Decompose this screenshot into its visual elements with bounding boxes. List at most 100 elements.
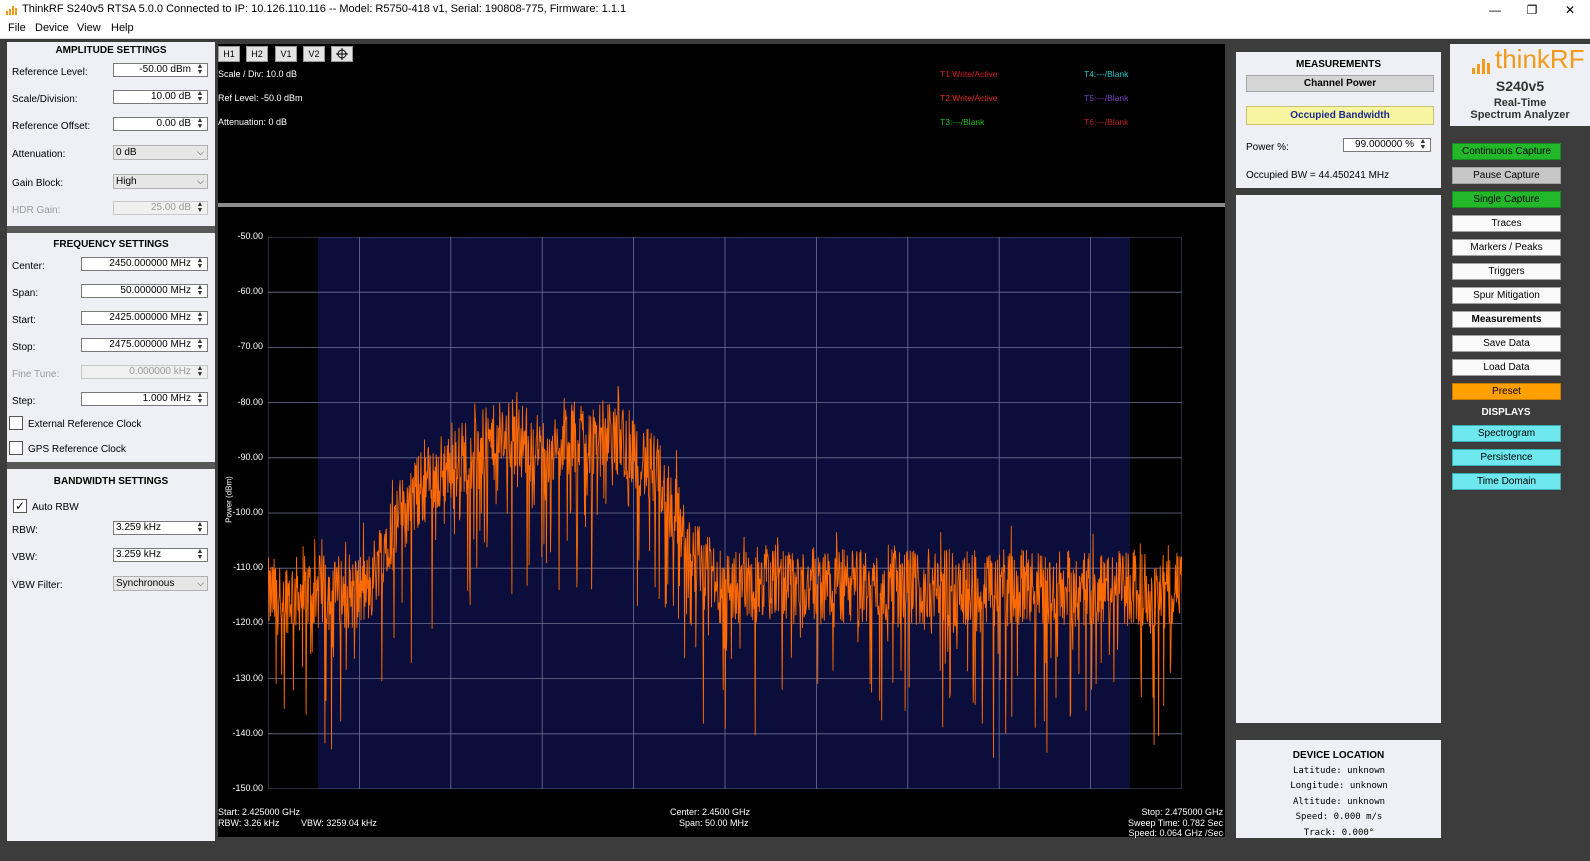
vbw-filter-label: VBW Filter:: [12, 580, 63, 591]
h2-marker-button[interactable]: H2: [246, 46, 268, 62]
rbw-input[interactable]: 3.259 kHz ▲ ▼: [113, 521, 208, 535]
menu-device[interactable]: Device: [35, 22, 69, 34]
brand-name: thinkRF: [1495, 44, 1585, 74]
markers-peaks-button[interactable]: Markers / Peaks: [1452, 239, 1561, 256]
hdr-gain-input: 25.00 dB ▲ ▼: [113, 201, 208, 215]
checkmark-icon: ✓: [14, 499, 26, 513]
bandwidth-settings-title: BANDWIDTH SETTINGS: [53, 476, 169, 487]
spectrogram-button[interactable]: Spectrogram: [1452, 425, 1561, 442]
measurements-button[interactable]: Measurements: [1452, 311, 1561, 328]
spinner-arrows-icon[interactable]: ▲ ▼: [194, 257, 206, 270]
spinner-arrows-icon[interactable]: ▲ ▼: [194, 548, 206, 561]
persistence-button[interactable]: Persistence: [1452, 449, 1561, 466]
external-reference-clock-checkbox[interactable]: [9, 416, 23, 430]
altitude-readout: Altitude: unknown: [1292, 797, 1386, 807]
y-tick-label: -130.00: [232, 672, 263, 683]
vbw-filter-select[interactable]: Synchronous ⌵: [113, 576, 208, 591]
spinner-arrows-icon[interactable]: ▲ ▼: [194, 311, 206, 324]
stop-label: Stop:: [12, 342, 36, 353]
gain-block-select[interactable]: High ⌵: [113, 174, 208, 189]
measurement-results-panel: [1236, 195, 1441, 723]
power-percent-input[interactable]: 99.000000 % ▲ ▼: [1343, 138, 1431, 152]
frequency-settings-title: FREQUENCY SETTINGS: [53, 239, 169, 250]
crosshair-icon: [336, 48, 348, 60]
gps-reference-clock-checkbox[interactable]: [9, 441, 23, 455]
y-tick-label: -50.00: [237, 231, 263, 241]
stop-input[interactable]: 2475.000000 MHz ▲ ▼: [81, 338, 208, 352]
measurements-title: MEASUREMENTS: [1295, 59, 1381, 70]
v1-marker-button[interactable]: V1: [275, 46, 297, 62]
trace-4-label[interactable]: T4:---/Blank: [1084, 69, 1128, 79]
fine-tune-label: Fine Tune:: [12, 369, 60, 380]
y-axis-label: Power (dBm): [224, 476, 234, 523]
y-tick-label: -140.00: [232, 727, 263, 738]
stop-freq-footer: Stop: 2.475000 GHz: [1141, 807, 1223, 817]
y-tick-label: -110.00: [233, 562, 263, 573]
spinner-arrows-icon[interactable]: ▲ ▼: [194, 63, 206, 76]
time-domain-button[interactable]: Time Domain: [1452, 473, 1561, 490]
trace-1-label[interactable]: T1:Write/Active: [940, 69, 997, 79]
latitude-readout: Latitude: unknown: [1292, 766, 1386, 776]
scale-div-info: Scale / Div: 10.0 dB: [218, 69, 298, 79]
scale-division-input[interactable]: 10.00 dB ▲ ▼: [113, 90, 208, 104]
span-input[interactable]: 50.000000 MHz ▲ ▼: [81, 284, 208, 298]
center-input[interactable]: 2450.000000 MHz ▲ ▼: [81, 257, 208, 271]
occupied-bandwidth-button[interactable]: Occupied Bandwidth: [1246, 106, 1434, 125]
trace-5-label[interactable]: T5:---/Blank: [1084, 93, 1128, 103]
attenuation-info: Attenuation: 0 dB: [218, 117, 288, 127]
start-input[interactable]: 2425.000000 MHz ▲ ▼: [81, 311, 208, 325]
trace-2-label[interactable]: T2:Write/Active: [940, 93, 997, 103]
chevron-down-icon: ⌵: [197, 578, 204, 588]
longitude-readout: Longitude: unknown: [1290, 781, 1388, 791]
spectrum-plot[interactable]: Power (dBm) -50.00 -60.00 -70.00 -80.00 -90.…: [218, 207, 1225, 838]
start-label: Start:: [12, 315, 36, 326]
load-data-button[interactable]: Load Data: [1452, 359, 1561, 376]
traces-button[interactable]: Traces: [1452, 215, 1561, 232]
spinner-arrows-icon[interactable]: ▲ ▼: [194, 284, 206, 297]
menu-view[interactable]: View: [77, 22, 101, 34]
preset-button[interactable]: Preset: [1452, 383, 1561, 400]
spinner-arrows-icon[interactable]: ▲ ▼: [194, 338, 206, 351]
hdr-gain-label: HDR Gain:: [12, 205, 61, 216]
auto-rbw-checkbox[interactable]: ✓: [13, 499, 27, 513]
crosshair-button[interactable]: [331, 46, 353, 62]
spinner-arrows-icon[interactable]: ▲ ▼: [1417, 138, 1429, 151]
close-button[interactable]: ✕: [1553, 0, 1587, 20]
v2-marker-button[interactable]: V2: [303, 46, 325, 62]
menu-help[interactable]: Help: [111, 22, 134, 34]
y-tick-label: -90.00: [237, 451, 263, 462]
channel-power-button[interactable]: Channel Power: [1246, 75, 1434, 92]
minimize-button[interactable]: —: [1478, 0, 1512, 20]
maximize-button[interactable]: ❐: [1515, 0, 1549, 20]
attenuation-label: Attenuation:: [12, 149, 66, 160]
scale-division-label: Scale/Division:: [12, 94, 78, 105]
rbw-label: RBW:: [12, 525, 38, 536]
spinner-arrows-icon: ▲ ▼: [196, 365, 204, 378]
auto-rbw-label: Auto RBW: [32, 502, 79, 513]
spectrum-graph[interactable]: [268, 237, 1182, 789]
vbw-footer: VBW: 3259.04 kHz: [301, 818, 377, 828]
h1-marker-button[interactable]: H1: [218, 46, 240, 62]
reference-level-input[interactable]: -50.00 dBm ▲ ▼: [113, 63, 208, 77]
spinner-arrows-icon[interactable]: ▲ ▼: [194, 90, 206, 103]
triggers-button[interactable]: Triggers: [1452, 263, 1561, 280]
trace-6-label[interactable]: T6:---/Blank: [1084, 117, 1128, 127]
step-input[interactable]: 1.000 MHz ▲ ▼: [81, 392, 208, 406]
spinner-arrows-icon[interactable]: ▲ ▼: [194, 521, 206, 534]
continuous-capture-button[interactable]: Continuous Capture: [1452, 143, 1561, 160]
pause-capture-button[interactable]: Pause Capture: [1452, 167, 1561, 184]
spur-mitigation-button[interactable]: Spur Mitigation: [1452, 287, 1561, 304]
trace-3-label[interactable]: T3:---/Blank: [940, 117, 984, 127]
menu-file[interactable]: File: [8, 22, 26, 34]
vbw-input[interactable]: 3.259 kHz ▲ ▼: [113, 548, 208, 562]
single-capture-button[interactable]: Single Capture: [1452, 191, 1561, 208]
title-bar: ThinkRF S240v5 RTSA 5.0.0 Connected to I…: [0, 0, 1590, 20]
graph-header: H1 H2 V1 V2 Scale / Div: 10.0 dB Ref Lev…: [218, 44, 1225, 203]
reference-level-label: Reference Level:: [12, 67, 88, 78]
spinner-arrows-icon[interactable]: ▲ ▼: [194, 392, 206, 405]
save-data-button[interactable]: Save Data: [1452, 335, 1561, 352]
reference-offset-input[interactable]: 0.00 dB ▲ ▼: [113, 117, 208, 131]
attenuation-select[interactable]: 0 dB ⌵: [113, 145, 208, 160]
spinner-arrows-icon[interactable]: ▲ ▼: [194, 117, 206, 130]
y-tick-label: -120.00: [232, 617, 263, 628]
